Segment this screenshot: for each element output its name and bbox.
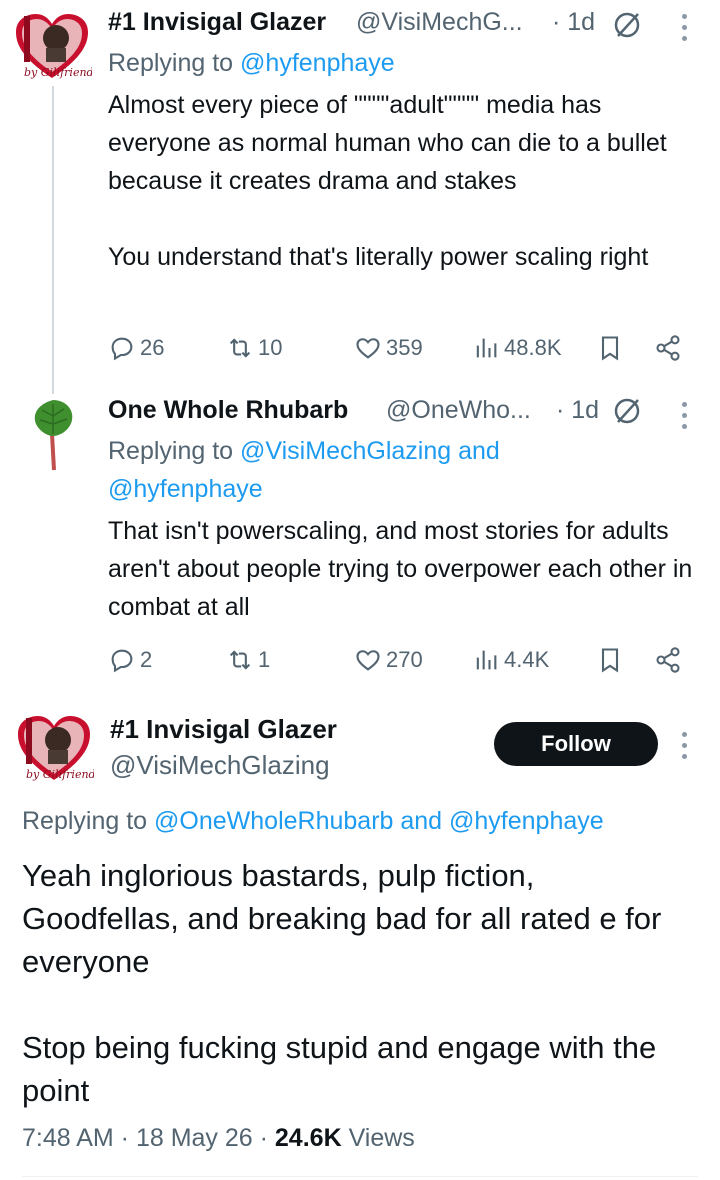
replying-to: Replying to @OneWholeRhubarb and @hyfenp… (22, 802, 702, 840)
post-time[interactable]: · 1d (552, 8, 595, 37)
views-icon (476, 650, 497, 670)
author-handle[interactable]: @VisiMechGlazing (110, 750, 330, 781)
tweet-text: Almost every piece of """"adult"""" medi… (108, 91, 667, 271)
views-icon (476, 338, 497, 358)
views-count: 24.6K (274, 1124, 342, 1152)
author-name[interactable]: One Whole Rhubarb (108, 396, 348, 425)
share-icon (656, 647, 680, 673)
repost-button[interactable]: 10 (226, 328, 282, 368)
reply-icon (111, 649, 133, 673)
share-icon (656, 335, 680, 361)
heart-icon (356, 338, 380, 359)
heart-avatar-icon: by Gilifriend (16, 14, 94, 79)
post-time[interactable]: · 1d (556, 396, 599, 425)
reply-button[interactable]: 26 (108, 328, 164, 368)
like-count: 270 (386, 647, 423, 672)
action-bar: 26 10 359 48.8K (108, 328, 698, 368)
action-bar: 2 1 270 4.4K (108, 640, 698, 680)
svg-text:by Gilifriend: by Gilifriend (24, 66, 92, 79)
repost-icon (229, 650, 251, 670)
replying-to: Replying to @VisiMechGlazing and @hyfenp… (108, 432, 578, 508)
views-button[interactable]: 48.8K (472, 328, 562, 368)
repost-icon (229, 338, 251, 358)
reply-count: 26 (140, 335, 165, 360)
author-handle[interactable]: @VisiMechG... (356, 8, 523, 37)
more-options-icon[interactable] (682, 14, 690, 47)
reply-count: 2 (140, 647, 153, 672)
share-button[interactable] (654, 640, 682, 680)
views-button[interactable]: 4.4K (472, 640, 549, 680)
follow-button[interactable]: Follow (494, 722, 658, 766)
replying-prefix: Replying to (108, 437, 241, 465)
more-options-icon[interactable] (682, 402, 690, 435)
heart-avatar-icon: by Gilifriend (18, 716, 96, 781)
views-count: 4.4K (504, 647, 550, 672)
rhubarb-avatar-icon (34, 400, 73, 471)
views-count: 48.8K (504, 335, 562, 360)
bookmark-button[interactable] (596, 328, 624, 368)
like-count: 359 (386, 335, 423, 360)
replying-handles[interactable]: @hyfenphaye (240, 49, 395, 77)
repost-count: 10 (258, 335, 283, 360)
replying-to: Replying to @hyfenphaye (108, 44, 698, 82)
post-meta: 7:48 AM · 18 May 26 · 24.6K Views (22, 1124, 415, 1153)
replying-prefix: Replying to (108, 49, 241, 77)
replying-handles[interactable]: @OneWholeRhubarb and @hyfenphaye (154, 807, 604, 835)
divider (22, 1176, 698, 1177)
like-button[interactable]: 270 (354, 640, 423, 680)
author-name[interactable]: #1 Invisigal Glazer (108, 8, 326, 37)
avatar[interactable]: by Gilifriend (14, 712, 96, 784)
avatar[interactable]: by Gilifriend (12, 10, 94, 82)
heart-icon (356, 650, 380, 671)
replying-prefix: Replying to (22, 807, 155, 835)
share-button[interactable] (654, 328, 682, 368)
post-timestamp[interactable]: 7:48 AM · 18 May 26 · (22, 1124, 275, 1152)
repost-button[interactable]: 1 (226, 640, 270, 680)
bookmark-icon (601, 648, 619, 673)
reply-icon (111, 337, 133, 361)
more-options-icon[interactable] (682, 732, 690, 765)
views-label: Views (341, 1124, 415, 1152)
repost-count: 1 (258, 647, 271, 672)
tweet-text: Yeah inglorious bastards, pulp fiction, … (22, 858, 662, 1108)
svg-text:by Gilifriend: by Gilifriend (26, 768, 94, 781)
grok-icon[interactable] (612, 10, 642, 45)
bookmark-button[interactable] (596, 640, 624, 680)
avatar[interactable] (30, 396, 76, 477)
reply-button[interactable]: 2 (108, 640, 152, 680)
tweet-text: That isn't powerscaling, and most storie… (108, 517, 700, 621)
grok-icon[interactable] (612, 396, 642, 431)
like-button[interactable]: 359 (354, 328, 423, 368)
thread-line (52, 86, 54, 394)
bookmark-icon (601, 336, 619, 361)
author-handle[interactable]: @OneWho... (386, 396, 531, 425)
author-name[interactable]: #1 Invisigal Glazer (110, 714, 337, 745)
